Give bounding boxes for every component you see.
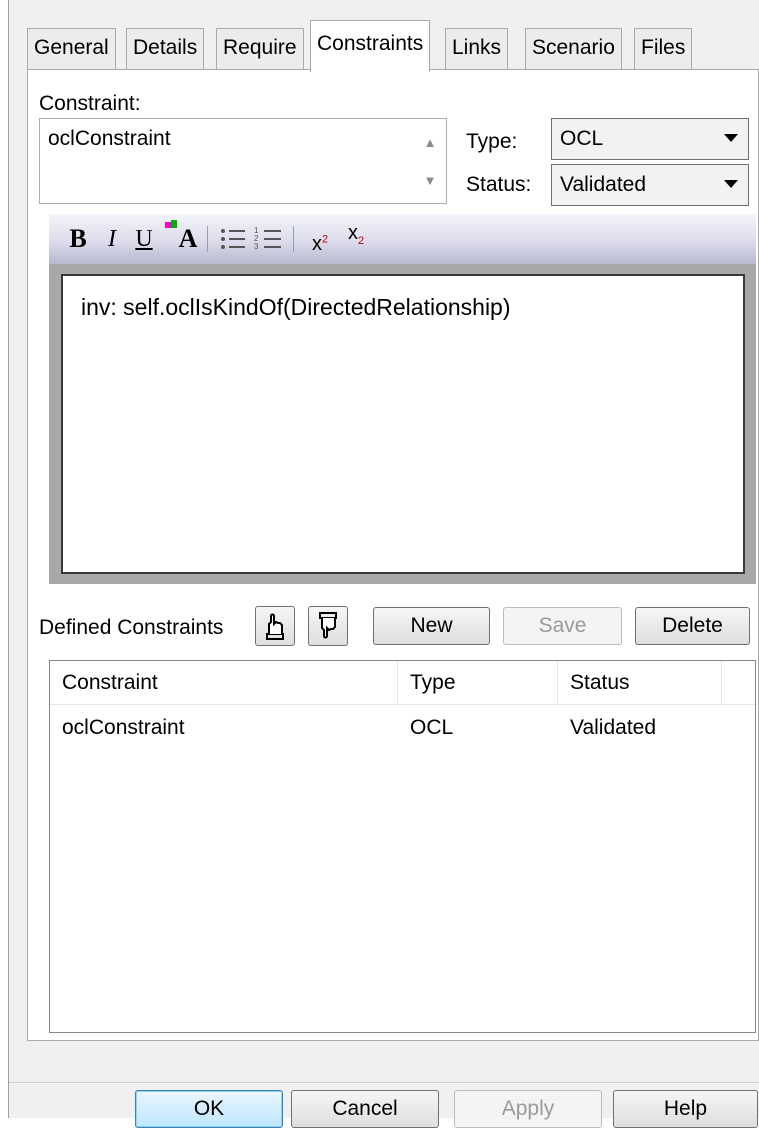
column-header-constraint[interactable]: Constraint: [50, 661, 398, 705]
ok-button[interactable]: OK: [135, 1090, 283, 1128]
apply-button[interactable]: Apply: [454, 1090, 602, 1128]
table-header: Constraint Type Status: [50, 661, 755, 705]
numbered-list-button[interactable]: 123: [253, 222, 283, 256]
tab-details[interactable]: Details: [126, 28, 205, 70]
color-swatch-icon: [171, 220, 177, 228]
status-select[interactable]: Validated: [551, 164, 749, 206]
delete-button[interactable]: Delete: [635, 607, 750, 645]
divider: [9, 1082, 759, 1083]
defined-constraints-label: Defined Constraints: [39, 616, 224, 639]
scroll-up-icon[interactable]: ▲: [422, 135, 438, 151]
status-label: Status:: [466, 173, 532, 196]
tab-links[interactable]: Links: [445, 28, 509, 70]
tab-files[interactable]: Files: [634, 28, 693, 70]
cell-constraint: oclConstraint: [62, 716, 185, 739]
underline-button[interactable]: U: [131, 222, 157, 256]
column-header-type[interactable]: Type: [398, 661, 558, 705]
cancel-button[interactable]: Cancel: [291, 1090, 439, 1128]
constraint-label: Constraint:: [39, 92, 141, 115]
toolbar-divider: [207, 226, 208, 252]
italic-button[interactable]: I: [101, 222, 123, 256]
cell-type: OCL: [410, 716, 454, 739]
constraint-name-field[interactable]: oclConstraint ▲ ▼: [39, 118, 447, 204]
chevron-down-icon: [724, 180, 738, 188]
svg-text:3: 3: [254, 242, 259, 251]
cell-status: Validated: [570, 716, 657, 739]
editor-toolbar: B I U A 123 x2 x2: [49, 214, 756, 264]
font-color-icon: A: [178, 224, 198, 253]
constraint-expression: inv: self.oclIsKindOf(DirectedRelationsh…: [81, 294, 511, 320]
new-button[interactable]: New: [373, 607, 490, 645]
help-button[interactable]: Help: [613, 1090, 758, 1128]
tab-general[interactable]: General: [27, 28, 116, 70]
tab-require[interactable]: Require: [216, 28, 304, 70]
constraint-text-editor[interactable]: inv: self.oclIsKindOf(DirectedRelationsh…: [61, 274, 745, 574]
bullet-list-button[interactable]: [219, 222, 247, 256]
status-select-value: Validated: [560, 173, 647, 196]
bold-button[interactable]: B: [65, 222, 91, 256]
bullet-list-icon: [221, 229, 245, 249]
subscript-icon: x2: [347, 222, 365, 247]
scroll-down-icon[interactable]: ▼: [422, 173, 438, 189]
save-button[interactable]: Save: [503, 607, 622, 645]
notes-editor: B I U A 123 x2 x2 inv: self.oclIsKindOf(…: [49, 214, 756, 584]
font-color-button[interactable]: A: [165, 220, 201, 256]
constraints-table[interactable]: Constraint Type Status oclConstraint OCL…: [49, 660, 756, 1033]
tab-scenario[interactable]: Scenario: [525, 28, 622, 70]
toolbar-divider: [293, 226, 294, 252]
properties-dialog: General Details Require Constraints Link…: [8, 0, 759, 1128]
type-select[interactable]: OCL: [551, 118, 749, 160]
column-header-status[interactable]: Status: [558, 661, 722, 705]
constraint-name-text: oclConstraint: [48, 127, 171, 150]
numbered-list-icon: 123: [254, 226, 281, 251]
type-select-value: OCL: [560, 127, 604, 150]
superscript-icon: x2: [311, 232, 329, 255]
move-down-button[interactable]: [308, 606, 348, 646]
superscript-button[interactable]: x2: [305, 222, 335, 256]
chevron-down-icon: [724, 134, 738, 142]
move-up-button[interactable]: [255, 606, 295, 646]
hand-up-icon: [266, 613, 284, 640]
type-label: Type:: [466, 130, 518, 153]
tab-constraints[interactable]: Constraints: [310, 20, 431, 72]
hand-down-icon: [319, 612, 337, 639]
subscript-button[interactable]: x2: [341, 222, 371, 256]
